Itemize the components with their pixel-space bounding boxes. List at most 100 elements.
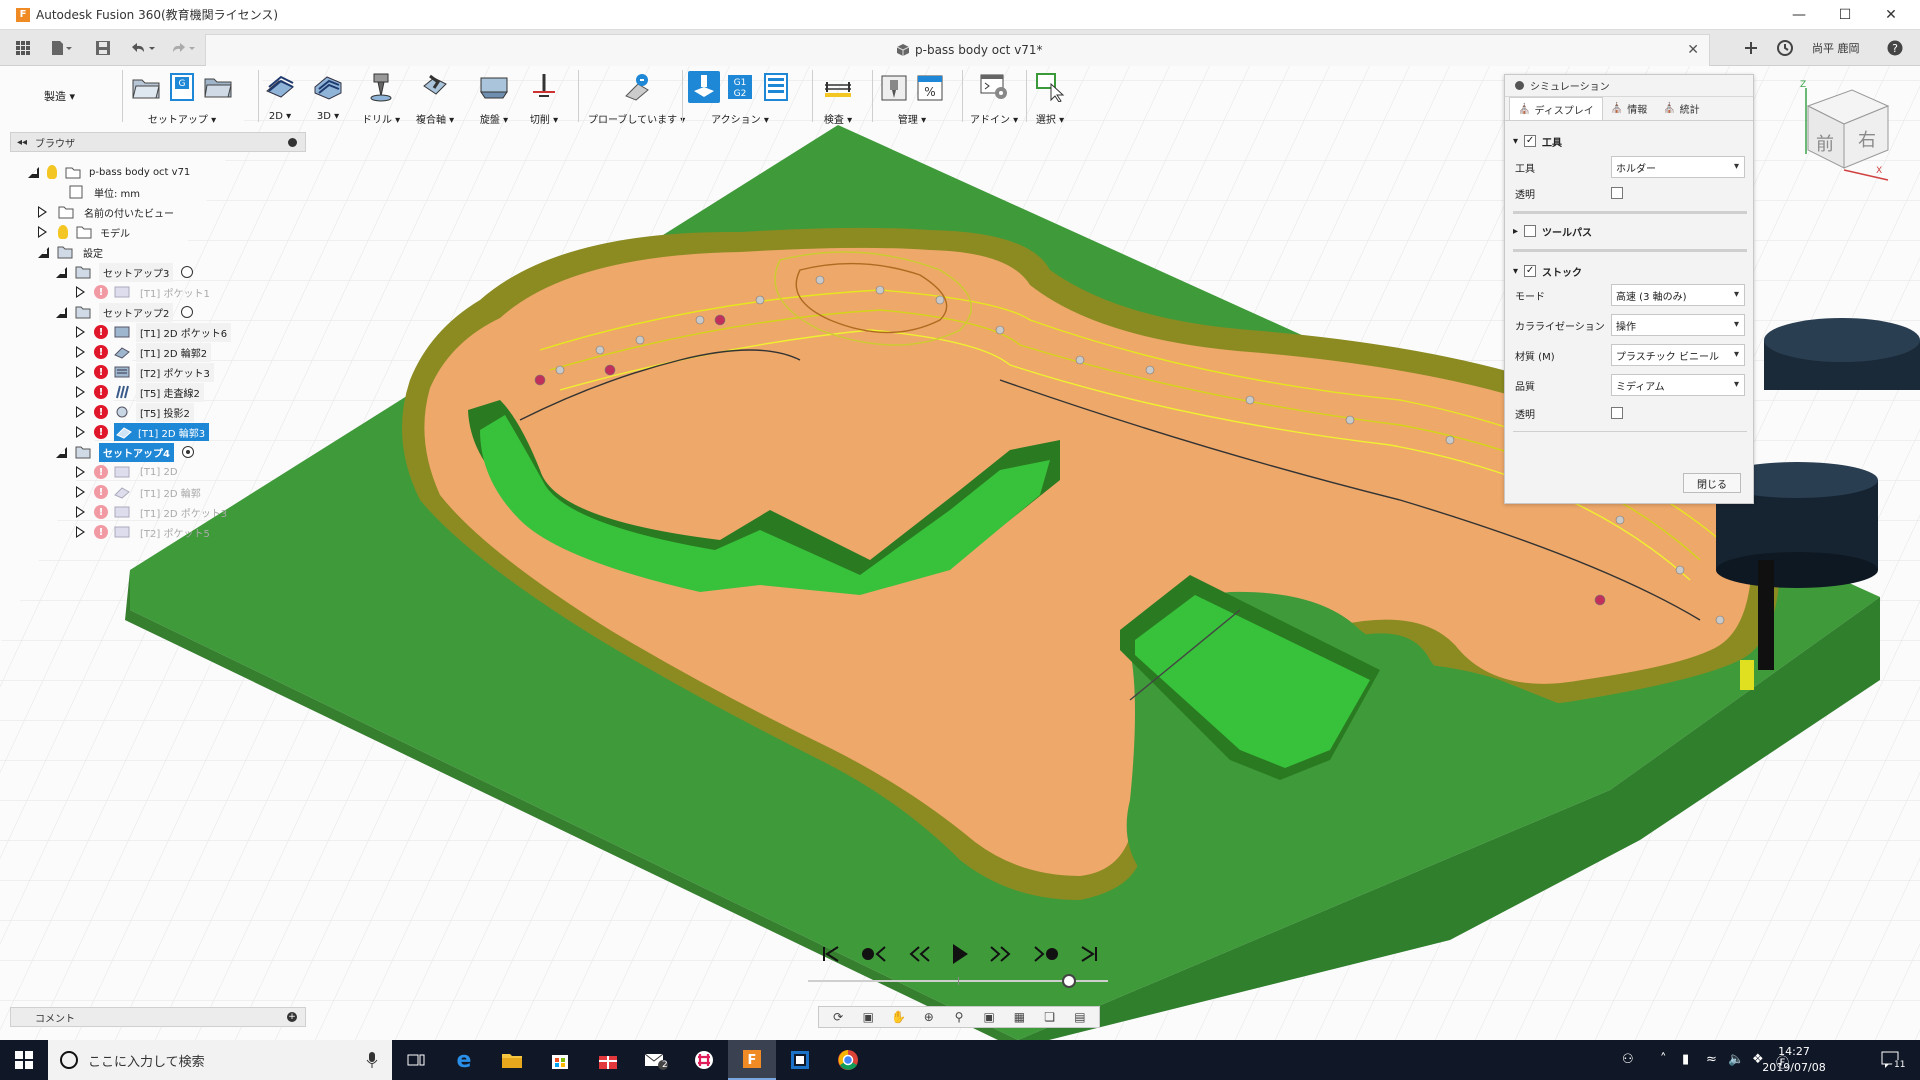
expand-triangle-icon[interactable] xyxy=(76,286,86,298)
tree-op-selected[interactable]: ! [T1] 2D 輪郭3 xyxy=(76,422,210,442)
expand-triangle-icon[interactable] xyxy=(38,226,48,238)
go-to-end-button[interactable] xyxy=(1078,941,1100,967)
expand-triangle-icon[interactable] xyxy=(38,206,48,218)
toolbar-group-3d[interactable]: 3D ▾ xyxy=(312,68,344,122)
viewcube[interactable]: Z X 前 右 xyxy=(1792,80,1892,184)
expand-triangle-icon[interactable]: ▸ xyxy=(1513,226,1518,237)
document-tab[interactable]: p-bass body oct v71* ✕ xyxy=(205,34,1710,66)
step-forward-button[interactable] xyxy=(987,941,1013,967)
user-account-name[interactable]: 尚平 鹿岡 xyxy=(1812,40,1860,56)
notification-center-icon[interactable]: 11 xyxy=(1880,1050,1908,1074)
tree-op[interactable]: ! [T5] 投影2 xyxy=(76,402,194,422)
probe-icon[interactable] xyxy=(621,71,653,103)
multiaxis-icon[interactable] xyxy=(419,71,451,103)
chrome-icon[interactable] xyxy=(824,1040,872,1080)
comments-bar[interactable]: コメント + xyxy=(10,1007,306,1027)
app-window-icon[interactable] xyxy=(776,1040,824,1080)
previous-operation-button[interactable] xyxy=(859,941,889,967)
expand-triangle-icon[interactable] xyxy=(76,466,86,478)
visibility-bulb-icon[interactable] xyxy=(58,225,68,239)
open-folder-icon[interactable] xyxy=(130,71,162,103)
selected-operation[interactable]: [T1] 2D 輪郭3 xyxy=(114,423,210,441)
expand-triangle-icon[interactable] xyxy=(76,386,86,398)
expand-triangle-icon[interactable] xyxy=(56,266,67,278)
select-cursor-icon[interactable] xyxy=(1034,71,1066,103)
edge-browser-icon[interactable]: e xyxy=(440,1040,488,1080)
tree-op[interactable]: ! [T2] ポケット5 xyxy=(76,522,214,542)
scripts-addins-icon[interactable] xyxy=(978,71,1010,103)
volume-icon[interactable]: 🔈 xyxy=(1728,1052,1744,1067)
stock-section-header[interactable]: ▾ ✓ ストック xyxy=(1513,261,1582,281)
taskbar-search-box[interactable]: ここに入力して検索 xyxy=(48,1040,392,1080)
expand-triangle-icon[interactable] xyxy=(76,506,86,518)
tree-setup3[interactable]: セットアップ3 xyxy=(56,262,194,282)
drill-icon[interactable] xyxy=(365,71,397,103)
file-menu-icon[interactable] xyxy=(46,38,76,58)
tab-info[interactable]: ⛪ 情報 xyxy=(1603,97,1655,120)
toolpath-visible-checkbox[interactable] xyxy=(1524,225,1537,237)
tool-section-header[interactable]: ▾ ✓ 工具 xyxy=(1513,131,1562,151)
gift-app-icon[interactable] xyxy=(584,1040,632,1080)
setup-sheet-list-icon[interactable] xyxy=(760,71,792,103)
expand-triangle-icon[interactable] xyxy=(76,346,86,358)
tree-op[interactable]: ! [T1] 2D 輪郭2 xyxy=(76,342,212,362)
colorization-select[interactable]: 操作 xyxy=(1611,314,1745,336)
expand-triangle-icon[interactable] xyxy=(76,486,86,498)
cutting-icon[interactable] xyxy=(528,71,560,103)
tool-select[interactable]: ホルダー xyxy=(1611,156,1745,178)
post-library-icon[interactable]: % xyxy=(914,71,946,103)
expand-triangle-icon[interactable] xyxy=(56,446,67,458)
post-process-icon[interactable]: G1 G2 xyxy=(724,71,756,103)
collapse-panel-icon[interactable]: ◂◂ xyxy=(17,137,27,148)
tool-transparent-checkbox[interactable] xyxy=(1611,187,1623,199)
browser-header[interactable]: ◂◂ ブラウザ xyxy=(10,132,306,152)
workspace-switcher[interactable]: 製造 ▾ xyxy=(44,88,75,104)
tree-named-views[interactable]: 名前の付いたビュー xyxy=(38,202,174,222)
expand-triangle-icon[interactable] xyxy=(76,366,86,378)
tree-root[interactable]: p-bass body oct v71 xyxy=(28,162,190,182)
battery-icon[interactable]: ▮ xyxy=(1682,1052,1689,1067)
timeline-slider-handle[interactable] xyxy=(1062,974,1076,988)
mode-select[interactable]: 高速 (3 軸のみ) xyxy=(1611,284,1745,306)
help-icon[interactable]: ? xyxy=(1884,38,1906,58)
turning-icon[interactable] xyxy=(478,71,510,103)
pin-icon[interactable] xyxy=(288,138,297,147)
step-back-button[interactable] xyxy=(907,941,933,967)
store-icon[interactable] xyxy=(536,1040,584,1080)
toolbar-group-multiaxis[interactable]: 複合軸 ▾ xyxy=(416,68,454,126)
activate-setup-radio[interactable] xyxy=(181,266,194,278)
undo-icon[interactable] xyxy=(126,38,160,58)
toolbar-group-turning[interactable]: 旋盤 ▾ xyxy=(478,68,510,126)
task-view-icon[interactable] xyxy=(392,1040,440,1080)
expand-triangle-icon[interactable] xyxy=(28,166,39,178)
expand-triangle-icon[interactable] xyxy=(76,406,86,418)
viewcube-front-face[interactable]: 前 xyxy=(1816,130,1834,156)
panel-options-icon[interactable] xyxy=(1515,81,1524,90)
add-comment-icon[interactable]: + xyxy=(287,1012,297,1022)
tree-op[interactable]: ! [T1] 2D 輪郭 xyxy=(76,482,205,502)
tab-statistics[interactable]: ⛪ 統計 xyxy=(1655,97,1707,120)
measure-icon[interactable] xyxy=(822,71,854,103)
expand-triangle-icon[interactable] xyxy=(76,426,86,438)
display-settings-icon[interactable]: ▣ xyxy=(979,1009,999,1025)
data-panel-grid-icon[interactable] xyxy=(12,38,34,58)
stock-visible-checkbox[interactable]: ✓ xyxy=(1524,265,1537,277)
close-tab-icon[interactable]: ✕ xyxy=(1687,42,1699,58)
simulation-panel-header[interactable]: シミュレーション xyxy=(1505,75,1753,97)
toolpath-section-header[interactable]: ▸ ツールパス xyxy=(1513,221,1592,241)
new-tab-plus-icon[interactable] xyxy=(1740,38,1762,58)
file-explorer-icon[interactable] xyxy=(488,1040,536,1080)
3d-adaptive-icon[interactable] xyxy=(312,71,344,103)
toolbar-group-setup[interactable]: G セットアップ ▾ xyxy=(130,68,234,126)
go-to-start-button[interactable] xyxy=(820,941,842,967)
tree-model[interactable]: モデル xyxy=(38,222,130,242)
setup-sheet-icon[interactable]: G xyxy=(166,71,198,103)
2d-adaptive-icon[interactable] xyxy=(264,71,296,103)
pan-hand-icon[interactable]: ✋ xyxy=(889,1009,909,1025)
tree-setup2[interactable]: セットアップ2 xyxy=(56,302,194,322)
object-visibility-icon[interactable]: ▤ xyxy=(1070,1009,1090,1025)
simulate-icon[interactable] xyxy=(688,71,720,103)
tool-visible-checkbox[interactable]: ✓ xyxy=(1524,135,1537,147)
toolbar-group-inspect[interactable]: 検査 ▾ xyxy=(822,68,854,126)
mail-icon[interactable]: 2 xyxy=(632,1040,680,1080)
